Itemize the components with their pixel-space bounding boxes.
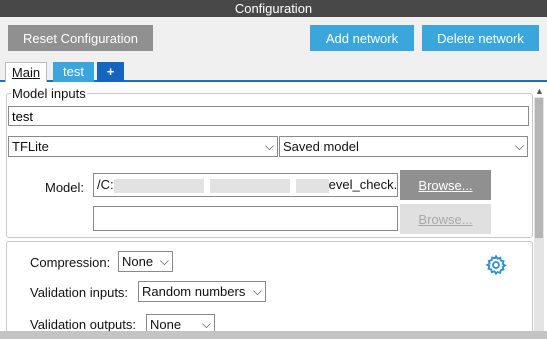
tab-strip: Main test +: [0, 59, 547, 82]
chevron-down-icon: ⌵: [514, 139, 524, 153]
validation-inputs-select[interactable]: Random numbers ⌵: [138, 281, 266, 302]
validation-inputs-select-value: Random numbers: [142, 284, 246, 299]
delete-network-button[interactable]: Delete network: [422, 25, 539, 51]
network-name-input[interactable]: [8, 106, 529, 126]
model-type-select[interactable]: Saved model ⌵: [279, 136, 528, 157]
redacted-path-segment: [295, 178, 329, 193]
horizontal-scrollbar[interactable]: [0, 331, 547, 339]
chevron-down-icon: ⌵: [159, 254, 169, 268]
model-path-start: /C:: [97, 177, 114, 192]
model-inputs-legend: Model inputs: [11, 86, 87, 101]
tab-test[interactable]: test: [53, 62, 94, 82]
validation-outputs-label: Validation outputs:: [30, 317, 136, 332]
model-type-select-value: Saved model: [283, 139, 359, 154]
validation-inputs-label: Validation inputs:: [30, 285, 129, 300]
window-title: Configuration: [0, 0, 547, 17]
scrollbar-thumb[interactable]: [535, 98, 543, 238]
reset-configuration-button[interactable]: Reset Configuration: [8, 25, 153, 51]
compression-select-value: None: [122, 254, 154, 269]
model-label: Model:: [45, 180, 85, 195]
framework-select-value: TFLite: [12, 139, 49, 154]
chevron-down-icon: ⌵: [264, 139, 274, 153]
redacted-path-segment: [209, 178, 290, 193]
compression-label: Compression:: [30, 255, 111, 270]
scroll-up-arrow[interactable]: ▲: [535, 86, 544, 96]
framework-select[interactable]: TFLite ⌵: [8, 136, 278, 157]
compression-select[interactable]: None ⌵: [118, 251, 173, 272]
secondary-path-input[interactable]: [93, 206, 398, 231]
validation-outputs-select-value: None: [150, 317, 182, 332]
add-tab-button[interactable]: +: [97, 62, 124, 82]
chevron-down-icon: ⌵: [252, 284, 262, 298]
model-path-input[interactable]: /C: evel_check.tflite: [93, 173, 398, 197]
browse-secondary-button[interactable]: Browse...: [400, 204, 491, 234]
gear-icon[interactable]: [485, 254, 507, 276]
browse-model-button[interactable]: Browse...: [400, 170, 491, 200]
model-path-end: evel_check.tflite: [328, 177, 398, 192]
redacted-path-segment: [113, 178, 204, 193]
add-network-button[interactable]: Add network: [310, 25, 414, 51]
tab-main[interactable]: Main: [5, 62, 47, 82]
